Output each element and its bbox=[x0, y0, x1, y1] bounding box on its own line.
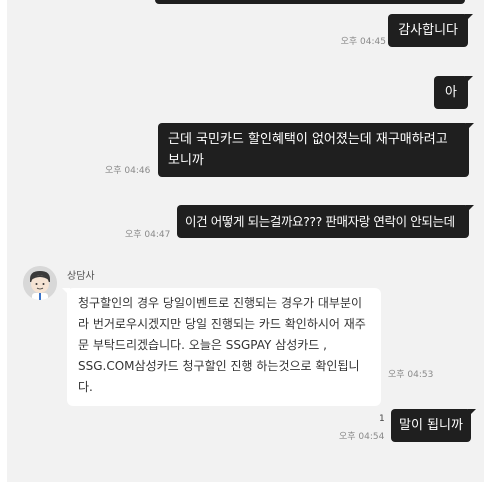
message-time: 오후 04:47 bbox=[125, 230, 171, 240]
message-bubble-outgoing: 근데 국민카드 할인혜택이 없어졌는데 재구매하려고 보니까 bbox=[158, 123, 474, 177]
message-time: 오후 04:54 bbox=[339, 432, 385, 442]
chat-area[interactable]: 오후 04:45 감사합니다 아 오후 04:46 근데 국민카드 할인혜택이 … bbox=[7, 0, 484, 487]
message-time: 오후 04:46 bbox=[105, 166, 151, 176]
message-bubble-incoming: 청구할인의 경우 당일이벤트로 진행되는 경우가 대부분이라 번거로우시겠지만 … bbox=[62, 288, 381, 406]
message-bubble-outgoing: 이건 어떻게 되는걸까요??? 판매자랑 연락이 안되는데 bbox=[177, 205, 474, 238]
sender-name: 상담사 bbox=[67, 271, 95, 282]
unread-count: 1 bbox=[379, 414, 385, 424]
chat-bottom-edge bbox=[0, 482, 484, 487]
message-bubble-partial bbox=[155, 0, 465, 4]
message-time: 오후 04:45 bbox=[340, 37, 386, 47]
agent-avatar-icon bbox=[23, 266, 57, 300]
message-time: 오후 04:53 bbox=[388, 370, 434, 380]
message-bubble-outgoing: 아 bbox=[434, 76, 473, 109]
message-bubble-outgoing: 말이 됩니까 bbox=[391, 409, 476, 442]
message-bubble-outgoing: 감사합니다 bbox=[388, 14, 473, 47]
